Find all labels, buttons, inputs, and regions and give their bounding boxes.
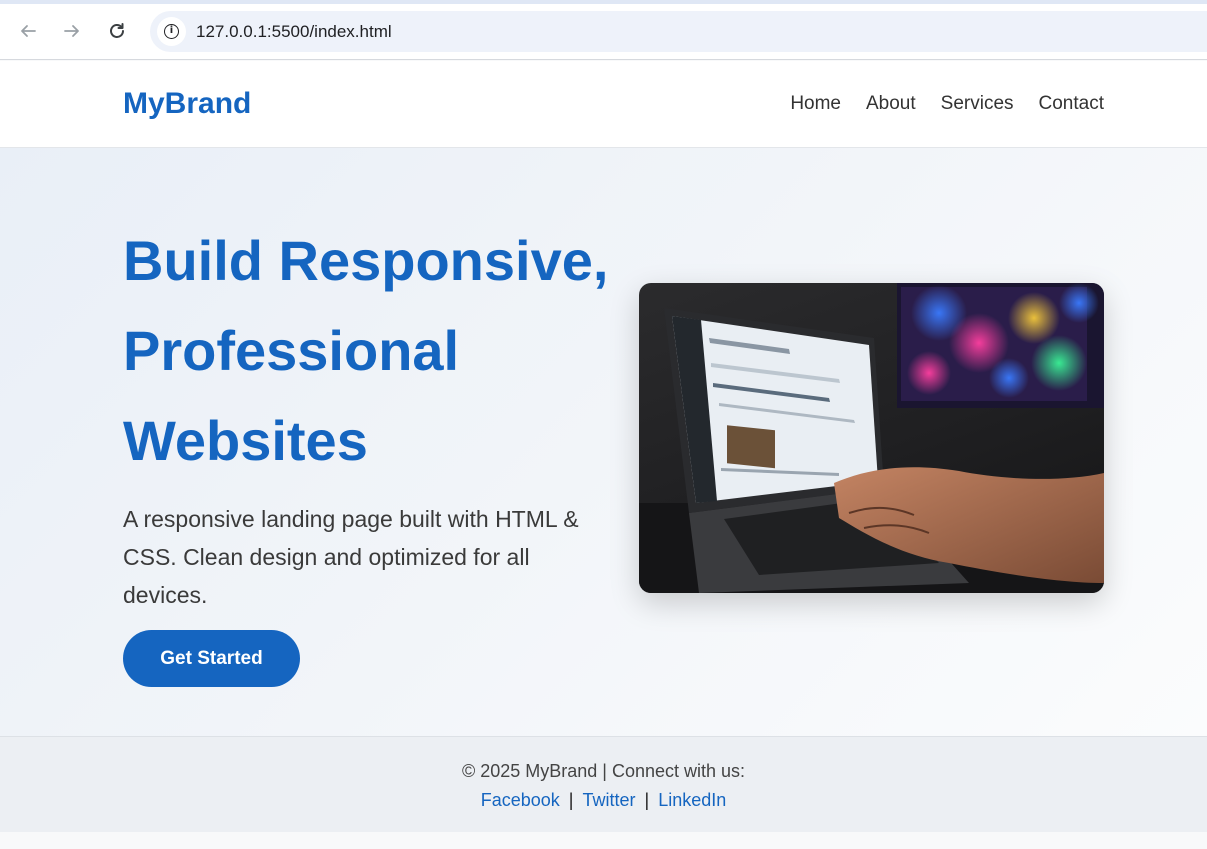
info-icon: i (164, 24, 179, 39)
footer-link-twitter[interactable]: Twitter (582, 790, 635, 810)
nav-contact[interactable]: Contact (1039, 93, 1104, 115)
arrow-left-icon (21, 25, 36, 37)
hero-laptop-image (639, 283, 1104, 593)
footer-separator: | (568, 790, 574, 810)
nav-about[interactable]: About (866, 93, 916, 115)
hero-title-line: Build Responsive, (123, 229, 609, 292)
hero-title-line: Professional (123, 319, 460, 382)
url-text[interactable]: 127.0.0.1:5500/index.html (196, 22, 392, 42)
arrow-right-icon (64, 25, 79, 37)
site-header: MyBrand Home About Services Contact (0, 61, 1207, 148)
brand-logo[interactable]: MyBrand (123, 87, 251, 121)
browser-toolbar: i 127.0.0.1:5500/index.html (0, 0, 1207, 60)
laptop-illustration (639, 283, 1104, 593)
hero-description: A responsive landing page built with HTM… (123, 506, 579, 608)
footer-link-linkedin[interactable]: LinkedIn (658, 790, 726, 810)
address-bar[interactable]: i 127.0.0.1:5500/index.html (150, 11, 1207, 52)
hero-title: Build Responsive, Professional Websites (123, 216, 613, 486)
site-footer: © 2025 MyBrand | Connect with us: Facebo… (0, 736, 1207, 832)
get-started-button[interactable]: Get Started (123, 630, 300, 687)
footer-separator: | (644, 790, 650, 810)
nav-services[interactable]: Services (941, 93, 1014, 115)
hero-section: Build Responsive, Professional Websites … (0, 148, 1207, 736)
footer-social-links: Facebook | Twitter | LinkedIn (0, 790, 1207, 811)
forward-button[interactable] (59, 18, 85, 44)
back-button[interactable] (15, 18, 41, 44)
footer-copyright: © 2025 MyBrand | Connect with us: (461, 761, 746, 781)
hero-title-line: Websites (123, 409, 368, 472)
footer-link-facebook[interactable]: Facebook (481, 790, 560, 810)
main-nav: Home About Services Contact (790, 93, 1104, 115)
reload-icon (110, 23, 124, 38)
nav-home[interactable]: Home (790, 93, 841, 115)
site-info-button[interactable]: i (157, 17, 186, 46)
reload-button[interactable] (104, 18, 130, 44)
